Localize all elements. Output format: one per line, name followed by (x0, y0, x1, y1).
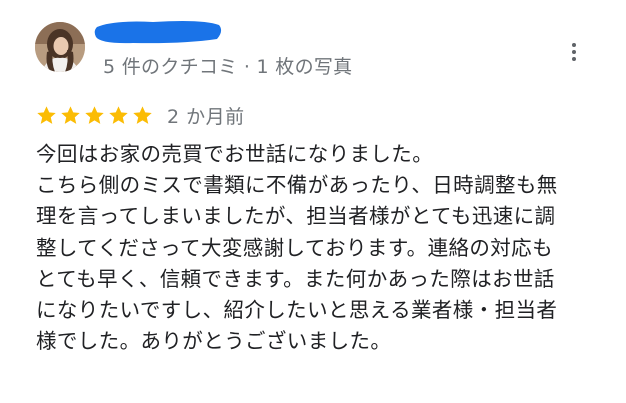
rating-row: 2 か月前 (36, 101, 245, 129)
more-options-button[interactable] (562, 38, 586, 66)
star-icon (37, 105, 56, 124)
avatar-photo (35, 22, 85, 72)
review-text-line: になりたいですし、紹介したいと思える業者様・担当者 (36, 298, 558, 323)
star-icon (109, 105, 128, 124)
reviewer-name-redacted (94, 21, 222, 44)
review-text-line: こちら側のミスで書類に不備があったり、日時調整も無 (36, 173, 558, 198)
star-rating (36, 105, 153, 126)
reviewer-meta: 5 件のクチコミ · 1 枚の写真 (103, 56, 353, 78)
review-text: 今回はお家の売買でお世話になりました。こちら側のミスで書類に不備があったり、日時… (36, 139, 596, 357)
star-icon (61, 105, 80, 124)
more-vert-icon (572, 43, 576, 47)
review-text-line: 今回はお家の売買でお世話になりました。 (36, 142, 434, 166)
review-text-line: 理を言ってしまいましたが、担当者様がとても迅速に調 (36, 204, 556, 229)
review-card: 5 件のクチコミ · 1 枚の写真 2 か月前 今回はお家の売買でお世話になりま… (0, 0, 626, 403)
review-text-line: 様でした。ありがとうございました。 (36, 329, 392, 354)
star-icon (85, 105, 104, 124)
review-text-line: とても早く、信頼できます。また何かあった際はお世話 (36, 266, 555, 291)
review-text-line: 整してくださって大変感謝しております。連絡の対応も (36, 235, 553, 260)
avatar[interactable] (35, 22, 85, 72)
star-icon (133, 105, 152, 124)
review-date: 2 か月前 (167, 105, 245, 128)
